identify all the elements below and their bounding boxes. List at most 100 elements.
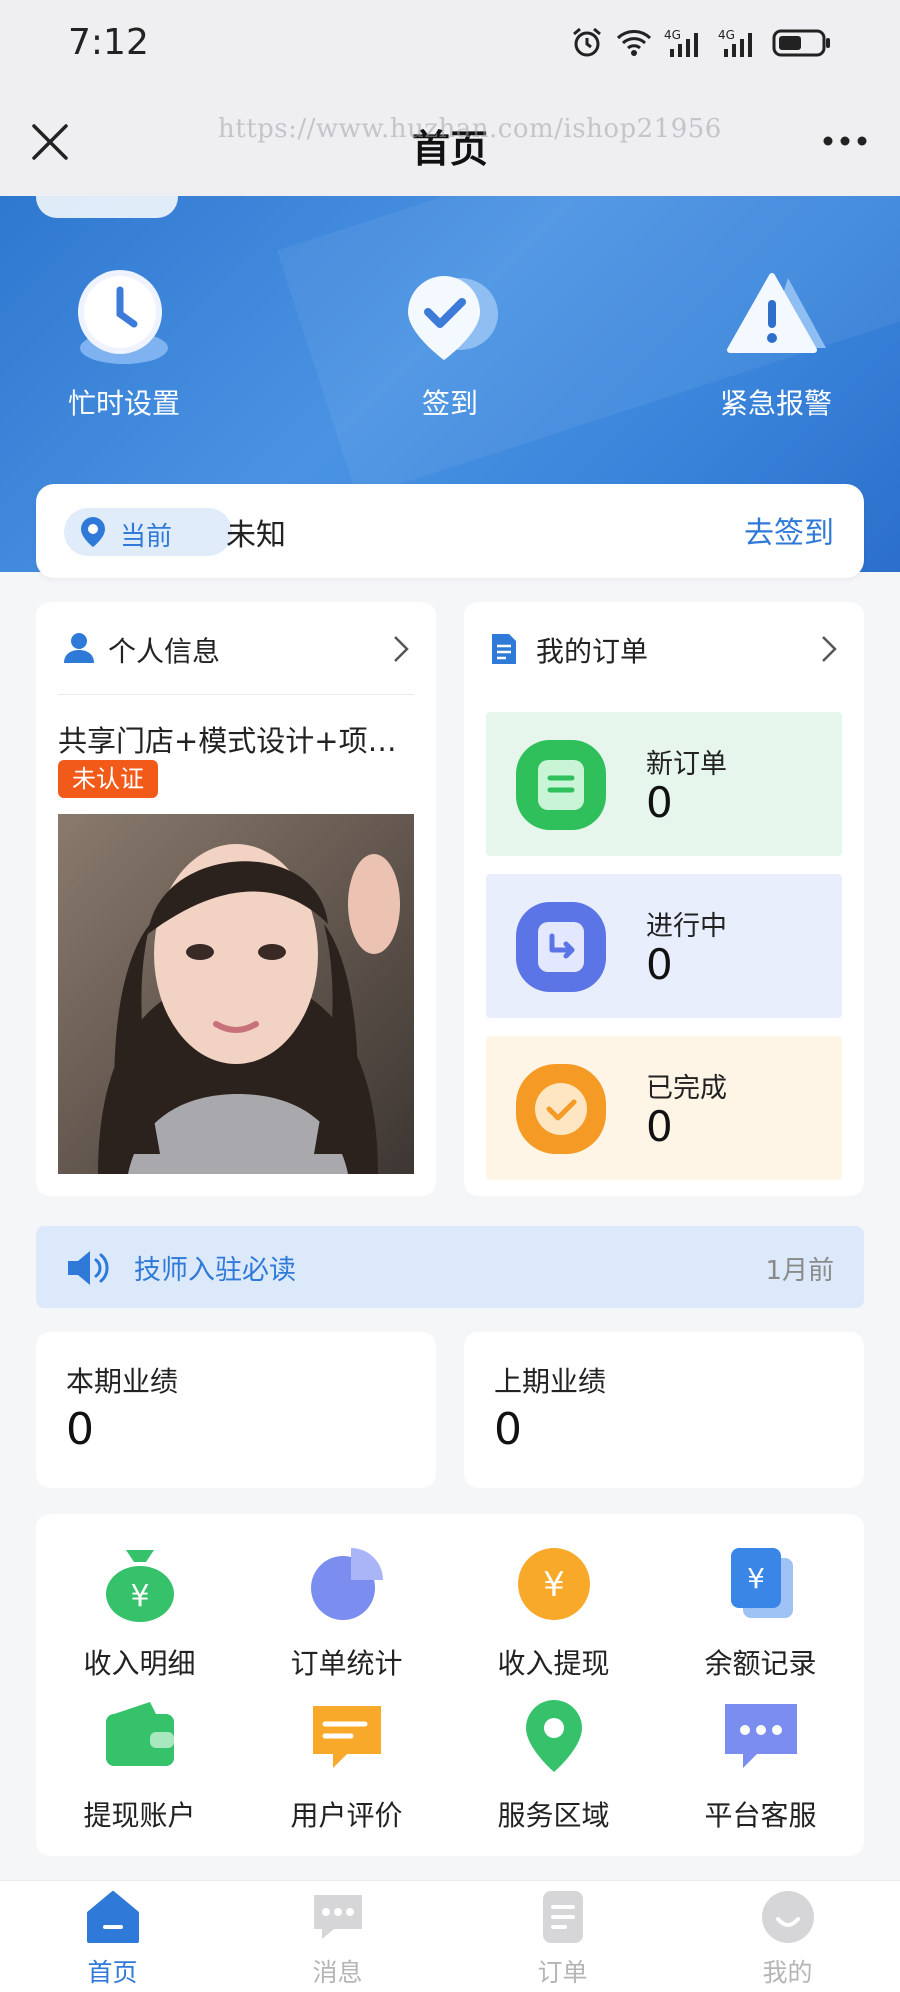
svg-text:¥: ¥ — [747, 1562, 765, 1595]
svg-text:4G: 4G — [664, 28, 681, 42]
emergency-alarm-label: 紧急报警 — [719, 387, 832, 420]
signal-4g-icon-2: 4G — [718, 28, 752, 57]
chevron-right-icon — [394, 636, 409, 662]
tab-orders[interactable]: 订单 — [450, 1889, 675, 1989]
withdraw-income-label: 收入提现 — [497, 1647, 610, 1680]
withdraw-account-button[interactable]: 提现账户 — [36, 1696, 243, 1836]
emergency-alarm-button[interactable]: 紧急报警 — [676, 266, 876, 422]
signal-4g-icon: 4G — [664, 28, 698, 57]
status-time: 7:12 — [68, 22, 149, 63]
home-icon — [86, 1891, 139, 1943]
balance-records-button[interactable]: ¥ 余额记录 — [657, 1544, 864, 1684]
in-progress-box[interactable]: 进行中 0 — [486, 874, 842, 1018]
money-bag-icon: ¥ — [105, 1550, 174, 1622]
orders-card-header[interactable]: 我的订单 — [464, 602, 864, 694]
balance-records-label: 余额记录 — [704, 1647, 817, 1680]
portrait-image — [58, 814, 414, 1174]
in-progress-icon — [516, 902, 606, 992]
in-progress-count: 0 — [646, 940, 673, 989]
busy-settings-label: 忙时设置 — [67, 387, 180, 420]
profile-card-header[interactable]: 个人信息 — [36, 602, 436, 694]
tab-messages[interactable]: 消息 — [225, 1889, 450, 1989]
completed-box[interactable]: 已完成 0 — [486, 1036, 842, 1180]
comment-icon — [312, 1706, 381, 1768]
current-performance-value: 0 — [66, 1404, 94, 1455]
yen-card-icon: ¥ — [730, 1548, 793, 1618]
more-icon[interactable] — [820, 126, 870, 156]
profile-icon — [761, 1891, 814, 1943]
location-value: 未知 — [226, 518, 286, 553]
order-stats-button[interactable]: 订单统计 — [243, 1544, 450, 1684]
check-in-label: 签到 — [421, 387, 478, 420]
location-card: 当前 未知 去签到 — [36, 484, 864, 578]
previous-performance-label: 上期业绩 — [494, 1365, 607, 1398]
speaker-icon — [68, 1251, 109, 1285]
features-grid: ¥ 收入明细 订单统计 ¥ 收入提现 ¥ 余额记录 提现账户 用户评价 服务区域… — [36, 1514, 864, 1856]
location-chip: 当前 — [64, 508, 232, 556]
status-icons: 4G 4G — [570, 26, 832, 60]
tab-messages-label: 消息 — [312, 1958, 363, 1987]
withdraw-account-label: 提现账户 — [83, 1799, 196, 1832]
income-details-label: 收入明细 — [83, 1647, 196, 1680]
chevron-right-icon — [822, 636, 837, 662]
status-bar: 7:12 4G 4G — [0, 0, 900, 88]
watermark-text: https://www.huzhan.com/ishop21956 — [218, 114, 722, 144]
in-progress-label: 进行中 — [646, 911, 727, 942]
go-check-in-link[interactable]: 去签到 — [744, 508, 834, 552]
service-area-button[interactable]: 服务区域 — [450, 1696, 657, 1836]
tab-profile-label: 我的 — [762, 1958, 813, 1987]
notice-time: 1月前 — [765, 1256, 834, 1286]
wifi-icon — [616, 30, 652, 56]
bottom-tab-bar: 首页 消息 订单 我的 — [0, 1880, 900, 1992]
clock-icon — [78, 270, 168, 364]
pie-chart-icon — [310, 1548, 383, 1620]
order-icon — [542, 1891, 583, 1943]
profile-card-title: 个人信息 — [108, 635, 221, 668]
user-reviews-button[interactable]: 用户评价 — [243, 1696, 450, 1836]
order-stats-label: 订单统计 — [290, 1647, 403, 1680]
status-badge: 未认证 — [58, 760, 158, 798]
busy-settings-button[interactable]: 忙时设置 — [24, 266, 224, 422]
check-pin-icon — [408, 276, 498, 360]
notice-bar[interactable]: 技师入驻必读 1月前 — [36, 1226, 864, 1308]
new-orders-box[interactable]: 新订单 0 — [486, 712, 842, 856]
tab-home[interactable]: 首页 — [0, 1889, 225, 1989]
location-pin-icon — [81, 517, 105, 547]
divider — [58, 694, 414, 695]
warning-icon — [727, 273, 826, 353]
current-performance-label: 本期业绩 — [66, 1365, 179, 1398]
new-orders-count: 0 — [646, 778, 673, 827]
withdraw-income-button[interactable]: ¥ 收入提现 — [450, 1544, 657, 1684]
location-chip-label: 当前 — [120, 522, 173, 552]
battery-icon — [772, 29, 830, 57]
nav-bar: 首页 https://www.huzhan.com/ishop21956 — [0, 88, 900, 196]
document-icon — [492, 634, 516, 664]
check-in-button[interactable]: 签到 — [350, 266, 550, 422]
wallet-icon — [105, 1702, 174, 1766]
previous-performance-card: 上期业绩 0 — [464, 1332, 864, 1488]
chat-icon — [724, 1704, 797, 1768]
yen-coin-icon: ¥ — [517, 1548, 590, 1620]
location-icon — [525, 1700, 582, 1772]
customer-service-label: 平台客服 — [704, 1799, 817, 1832]
hero-pill — [36, 196, 178, 218]
completed-count: 0 — [646, 1102, 673, 1151]
customer-service-button[interactable]: 平台客服 — [657, 1696, 864, 1836]
tab-profile[interactable]: 我的 — [675, 1889, 900, 1989]
completed-label: 已完成 — [646, 1073, 727, 1104]
new-orders-label: 新订单 — [646, 749, 727, 780]
user-icon — [64, 633, 94, 663]
user-reviews-label: 用户评价 — [290, 1799, 403, 1832]
profile-name: 共享门店+模式设计+项… — [58, 724, 397, 758]
alarm-icon — [573, 27, 601, 57]
profile-photo[interactable] — [58, 814, 414, 1174]
message-icon — [313, 1895, 362, 1939]
income-details-button[interactable]: ¥ 收入明细 — [36, 1544, 243, 1684]
completed-icon — [516, 1064, 606, 1154]
tab-home-label: 首页 — [87, 1958, 138, 1987]
notice-text: 技师入驻必读 — [134, 1255, 296, 1286]
tab-orders-label: 订单 — [537, 1958, 588, 1987]
orders-card-title: 我的订单 — [536, 635, 649, 668]
previous-performance-value: 0 — [494, 1404, 522, 1455]
current-performance-card: 本期业绩 0 — [36, 1332, 436, 1488]
